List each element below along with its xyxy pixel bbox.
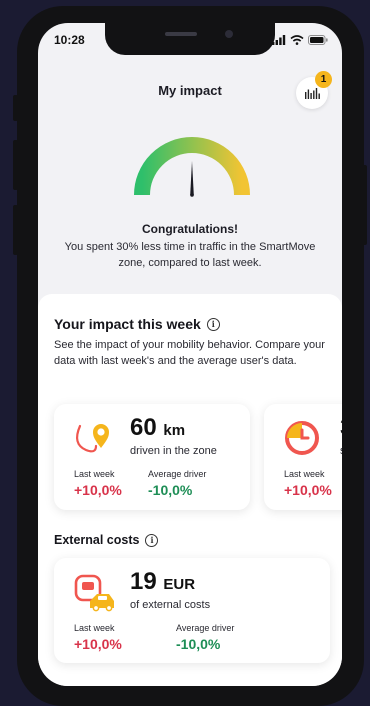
congrats-text: You spent 30% less time in traffic in th…: [64, 241, 316, 269]
distance-unit: km: [163, 422, 186, 439]
battery-icon: [308, 35, 328, 45]
distance-card[interactable]: 60 km driven in the zone Last week Avera…: [54, 404, 250, 510]
info-icon[interactable]: i: [206, 317, 220, 331]
traffic-cost-icon: [74, 574, 114, 612]
signal-icon: [272, 35, 286, 45]
weekly-description: See the impact of your mobility behavior…: [54, 339, 325, 367]
last-week-label: Last week: [74, 469, 115, 479]
external-costs-card[interactable]: 19 EUR of external costs Last week Avera…: [54, 558, 330, 663]
time-card[interactable]: 3 s Last week +10,0%: [264, 404, 342, 510]
time-value: 3: [340, 414, 342, 442]
external-costs-caption: of external costs: [130, 599, 211, 611]
clock-icon: [285, 421, 319, 455]
congrats-title: Congratulations!: [142, 222, 238, 236]
last-week-label: Last week: [284, 469, 325, 479]
route-pin-icon: [75, 424, 109, 453]
bar-chart-icon: [304, 87, 320, 99]
impact-gauge: [134, 137, 250, 197]
last-week-value: +10,0%: [74, 636, 122, 652]
info-icon[interactable]: i: [145, 533, 159, 547]
average-driver-label: Average driver: [148, 469, 207, 479]
last-week-value: +10,0%: [74, 482, 122, 498]
external-costs-number: 19: [130, 568, 157, 595]
camera: [225, 30, 233, 38]
gauge-needle: [190, 161, 194, 197]
average-driver-label: Average driver: [176, 623, 235, 633]
notification-badge: 1: [315, 71, 332, 88]
wifi-icon: [290, 35, 304, 45]
status-icons: [272, 35, 328, 45]
distance-value: 60 km: [130, 414, 185, 442]
stats-button[interactable]: 1: [296, 71, 332, 109]
app-screen: 10:28 My impact 1 Congratulations! You s…: [38, 23, 342, 686]
weekly-section-title: Your impact this week i: [54, 316, 220, 332]
distance-caption: driven in the zone: [130, 445, 217, 457]
external-costs-title: External costs i: [54, 533, 159, 547]
status-time: 10:28: [54, 33, 85, 47]
time-caption: s: [340, 445, 342, 457]
average-driver-value: -10,0%: [176, 636, 221, 652]
last-week-label: Last week: [74, 623, 115, 633]
external-costs-unit: EUR: [163, 576, 196, 593]
notch: [105, 23, 275, 55]
external-costs-value: 19 EUR: [130, 568, 195, 596]
last-week-value: +10,0%: [284, 482, 332, 498]
external-costs-title-text: External costs: [54, 533, 140, 547]
weekly-title-text: Your impact this week: [54, 316, 201, 332]
speaker: [165, 32, 197, 36]
average-driver-value: -10,0%: [148, 482, 193, 498]
distance-number: 60: [130, 414, 157, 441]
